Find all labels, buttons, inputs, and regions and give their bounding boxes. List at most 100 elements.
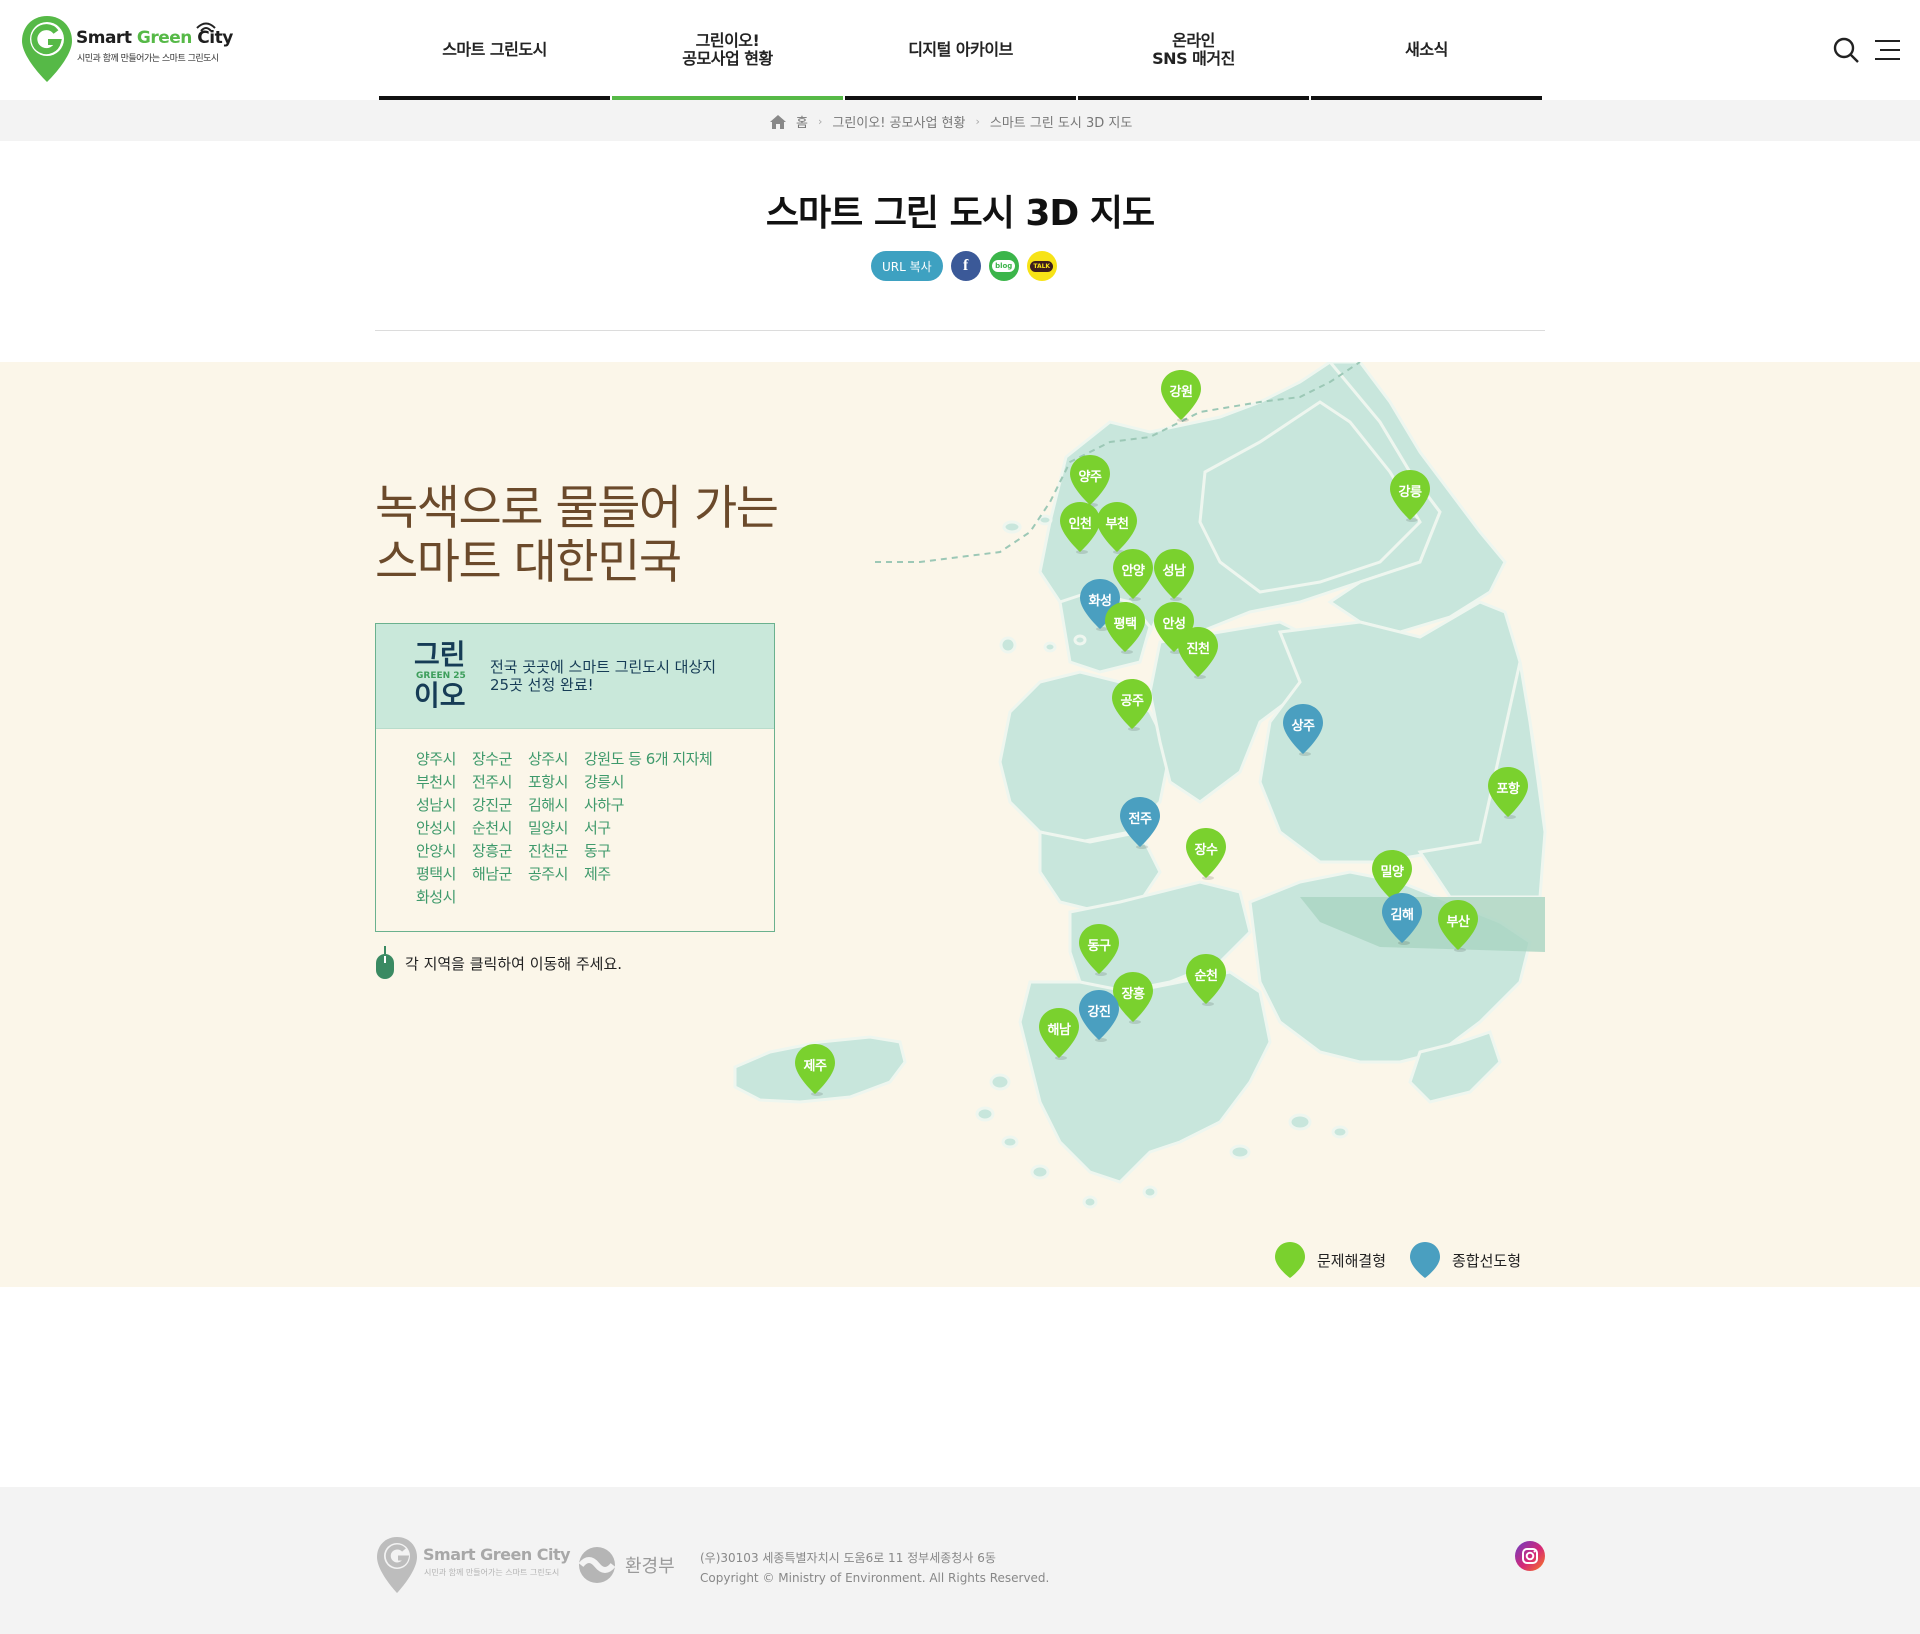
instagram-icon[interactable] xyxy=(1515,1541,1545,1571)
map-pin-label: 순천 xyxy=(1194,969,1218,984)
map-pin-15[interactable]: 전주 xyxy=(1118,795,1162,851)
region-list: 양주시 장수군 상주시 강원도 등 6개 지자체 부천시 전주시 포항시 강릉시 성남시 강진군 김… xyxy=(416,750,713,907)
map-pin-23[interactable]: 강진 xyxy=(1077,988,1121,1044)
region-list-item: 안성시 xyxy=(416,819,456,837)
ministry-emblem-icon xyxy=(578,1547,616,1583)
logo-subtitle: 시민과 함께 만들어가는 스마트 그린도시 xyxy=(77,54,219,64)
region-list-item: 제주 xyxy=(584,865,611,883)
footer-logo-subtitle: 시민과 함께 만들어가는 스마트 그린도시 xyxy=(424,1568,560,1577)
map-pin-13[interactable]: 상주 xyxy=(1281,702,1325,758)
breadcrumb-level1[interactable]: 그린이오! 공모사업 현황 xyxy=(832,112,965,131)
nav-sns-magazine[interactable]: 온라인 SNS 매거진 xyxy=(1077,0,1310,100)
share-buttons: URL 복사 f blog TALK xyxy=(871,251,1057,281)
map-pin-label: 양주 xyxy=(1078,470,1102,485)
map-pin-label: 제주 xyxy=(803,1059,827,1074)
footer-logo-pin-icon xyxy=(377,1537,417,1593)
breadcrumb: 홈 › 그린이오! 공모사업 현황 › 스마트 그린 도시 3D 지도 xyxy=(770,112,1132,131)
nav-smart-green-city[interactable]: 스마트 그린도시 xyxy=(378,0,611,100)
korea-map xyxy=(733,362,1547,1209)
header-tools xyxy=(1832,36,1900,64)
map-pin-21[interactable]: 순천 xyxy=(1184,952,1228,1008)
map-pin-24[interactable]: 해남 xyxy=(1037,1006,1081,1062)
region-list-item: 전주시 xyxy=(472,773,512,791)
region-list-item: 장수군 xyxy=(472,750,512,768)
click-hint: 각 지역을 클릭하여 이동해 주세요. xyxy=(375,946,622,980)
region-list-item: 부천시 xyxy=(416,773,456,791)
legend-blue: 종합선도형 xyxy=(1408,1240,1521,1280)
map-pin-7[interactable]: 성남 xyxy=(1152,547,1196,603)
site-header: Smart Green City 시민과 함께 만들어가는 스마트 그린도시 스… xyxy=(0,0,1920,100)
map-pin-label: 진천 xyxy=(1186,642,1210,657)
map-pin-label: 포항 xyxy=(1496,782,1520,797)
region-list-item: 포항시 xyxy=(528,773,568,791)
map-pin-label: 강릉 xyxy=(1398,485,1422,500)
region-list-item: 동구 xyxy=(584,842,611,860)
region-list-item: 화성시 xyxy=(416,888,456,906)
map-pin-label: 전주 xyxy=(1128,812,1152,827)
map-pin-9[interactable]: 평택 xyxy=(1103,600,1147,656)
info-message: 전국 곳곳에 스마트 그린도시 대상지 25곳 선정 완료! xyxy=(490,658,717,694)
kakao-talk-icon[interactable]: TALK xyxy=(1026,251,1057,281)
main-nav: 스마트 그린도시 그린이오! 공모사업 현황 디지털 아카이브 온라인 SNS … xyxy=(378,0,1543,100)
region-list-item: 양주시 xyxy=(416,750,456,768)
map-pin-label: 강진 xyxy=(1087,1005,1111,1020)
region-list-item: 사하구 xyxy=(584,796,624,814)
map-pin-1[interactable]: 강원 xyxy=(1159,368,1203,424)
map-pin-16[interactable]: 장수 xyxy=(1184,826,1228,882)
map-pin-label: 상주 xyxy=(1291,719,1315,734)
map-pin-14[interactable]: 포항 xyxy=(1486,765,1530,821)
map-pin-label: 공주 xyxy=(1120,694,1144,709)
region-list-item: 밀양시 xyxy=(528,819,568,837)
footer-logo-title: Smart Green City xyxy=(423,1545,571,1564)
site-logo[interactable]: Smart Green City 시민과 함께 만들어가는 스마트 그린도시 xyxy=(20,14,235,86)
footer-address: (우)30103 세종특별자치시 도움6로 11 정부세종청사 6동 Copyr… xyxy=(700,1551,1050,1585)
region-list-item: 강릉시 xyxy=(584,773,624,791)
map-pin-label: 부산 xyxy=(1446,915,1470,930)
mouse-icon xyxy=(376,946,394,979)
region-list-item: 안양시 xyxy=(416,842,456,860)
map-pin-11[interactable]: 진천 xyxy=(1176,625,1220,681)
page-title: 스마트 그린 도시 3D 지도 xyxy=(765,193,1155,234)
region-list-item: 김해시 xyxy=(528,796,568,814)
region-list-item: 진천군 xyxy=(528,842,568,860)
region-list-item: 서구 xyxy=(584,819,611,837)
site-footer: Smart Green City 시민과 함께 만들어가는 스마트 그린도시 환… xyxy=(0,1487,1920,1634)
green-io-badge-bottom: 이오 xyxy=(414,679,466,712)
map-pin-label: 강원 xyxy=(1169,385,1193,400)
breadcrumb-bar: 홈 › 그린이오! 공모사업 현황 › 스마트 그린 도시 3D 지도 xyxy=(0,100,1920,141)
map-pin-label: 동구 xyxy=(1087,939,1111,954)
region-list-item: 강원도 등 6개 지자체 xyxy=(584,750,713,768)
green-pin-icon xyxy=(1275,1242,1305,1278)
map-pin-label: 성남 xyxy=(1162,564,1186,579)
search-icon[interactable] xyxy=(1832,36,1860,64)
footer-logo xyxy=(375,1535,421,1601)
map-pin-25[interactable]: 제주 xyxy=(793,1042,837,1098)
nav-green-io-projects[interactable]: 그린이오! 공모사업 현황 xyxy=(611,0,844,100)
region-list-item: 공주시 xyxy=(528,865,568,883)
legend-green: 문제해결형 xyxy=(1273,1240,1386,1280)
map-pin-12[interactable]: 공주 xyxy=(1110,677,1154,733)
url-copy-button[interactable]: URL 복사 xyxy=(871,251,943,281)
region-list-item: 평택시 xyxy=(416,865,456,883)
breadcrumb-home[interactable]: 홈 xyxy=(796,112,808,131)
nav-news[interactable]: 새소식 xyxy=(1310,0,1543,100)
map-pin-label: 평택 xyxy=(1113,617,1137,632)
title-divider xyxy=(375,330,1545,331)
chevron-right-icon: › xyxy=(975,115,980,128)
ministry-logo: 환경부 xyxy=(577,1545,675,1585)
wifi-icon xyxy=(196,22,216,32)
region-list-item: 강진군 xyxy=(472,796,512,814)
logo-pin-icon xyxy=(22,16,72,82)
map-pin-2[interactable]: 강릉 xyxy=(1388,468,1432,524)
map-pin-19[interactable]: 부산 xyxy=(1436,898,1480,954)
nav-digital-archive[interactable]: 디지털 아카이브 xyxy=(844,0,1077,100)
info-box-header: 그린 GREEN 25 이오 전국 곳곳에 스마트 그린도시 대상지 25곳 선… xyxy=(376,624,774,729)
map-pin-label: 장수 xyxy=(1194,843,1218,858)
blue-pin-icon xyxy=(1410,1242,1440,1278)
menu-icon[interactable] xyxy=(1872,36,1900,64)
map-pin-label: 밀양 xyxy=(1380,865,1404,880)
map-pin-18[interactable]: 김해 xyxy=(1380,891,1424,947)
facebook-icon[interactable]: f xyxy=(950,251,981,281)
home-icon[interactable] xyxy=(770,114,786,129)
blog-icon[interactable]: blog xyxy=(988,251,1019,281)
